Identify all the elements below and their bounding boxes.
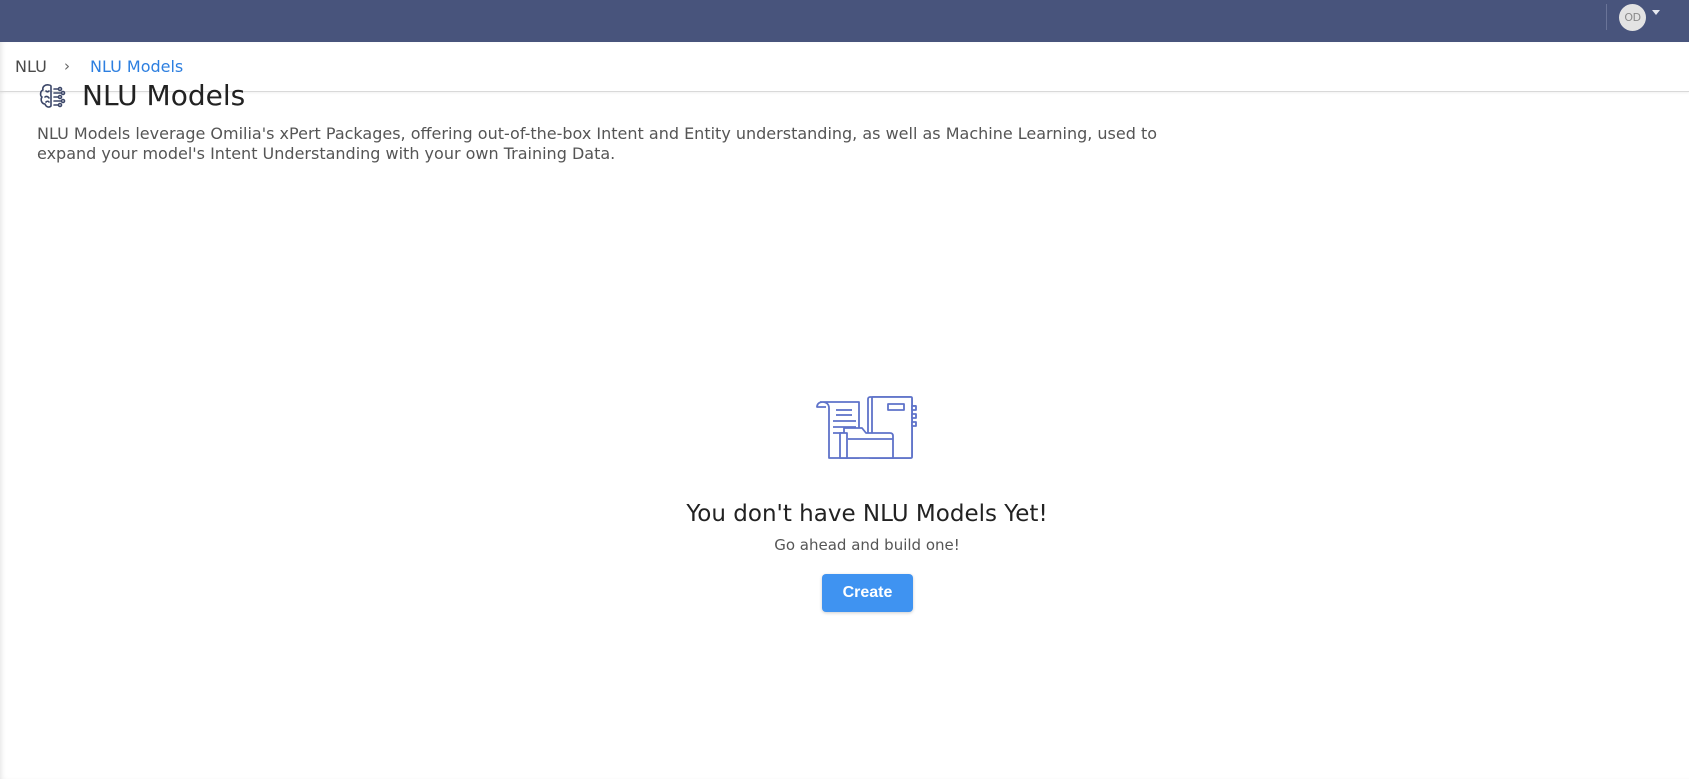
user-avatar[interactable]: OD [1619,4,1646,31]
brain-circuit-icon [39,84,66,108]
breadcrumb-item-nlu[interactable]: NLU [15,57,47,76]
breadcrumb: NLU › NLU Models [0,42,1689,92]
create-button[interactable]: Create [822,574,913,612]
empty-state-subtitle: Go ahead and build one! [774,536,960,554]
documents-folder-illustration [816,396,917,459]
topbar-divider [1606,4,1607,30]
page-description: NLU Models leverage Omilia's xPert Packa… [37,124,1158,163]
page-title: NLU Models [82,79,246,112]
empty-state-title: You don't have NLU Models Yet! [686,501,1048,527]
top-navigation-bar: OD [0,0,1689,42]
caret-down-icon[interactable] [1652,10,1660,15]
breadcrumb-item-nlu-models: NLU Models [90,57,184,76]
chevron-right-icon: › [64,57,70,75]
